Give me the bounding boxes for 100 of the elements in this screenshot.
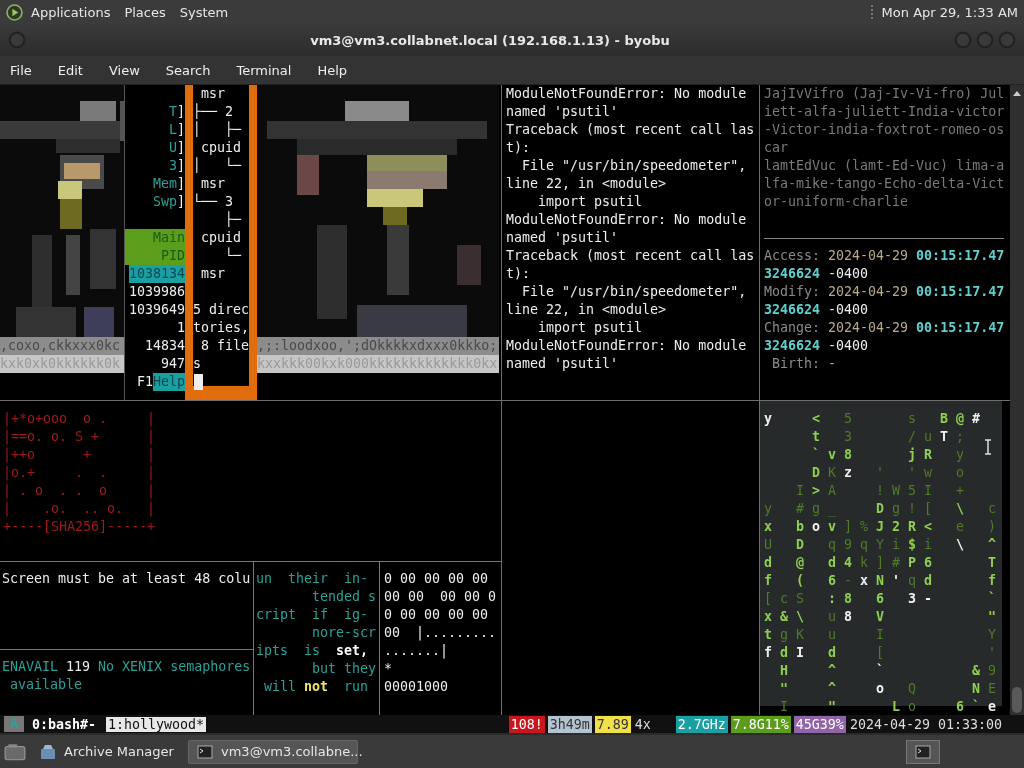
matrix-char: 6 — [876, 591, 884, 606]
randomart-line: | .o. .. o. | — [3, 500, 157, 518]
randomart-line: | . o . . o | — [3, 482, 157, 500]
archive-icon — [40, 743, 56, 760]
summary-line: s — [193, 355, 202, 373]
matrix-char: R — [908, 519, 916, 534]
matrix-char: $ — [908, 537, 916, 552]
matrix-char: Y — [988, 627, 996, 642]
matrix-char: 3 — [844, 429, 852, 444]
tree-line: │ ├─ — [193, 121, 243, 139]
minimize-button[interactable] — [954, 31, 972, 49]
matrix-char: [ — [924, 501, 932, 516]
matrix-char: o — [876, 681, 884, 696]
tree-line: └── 3 — [193, 193, 235, 211]
menu-item[interactable]: Help — [317, 62, 358, 78]
menu-item[interactable]: Search — [165, 62, 221, 78]
menu-item[interactable]: Edit — [57, 62, 93, 78]
function-key: F1 — [136, 373, 153, 391]
matrix-char: j — [908, 447, 916, 462]
taskbar-button[interactable]: Archive Manager — [32, 739, 182, 764]
stat-text: 3246624 — [764, 338, 821, 353]
matrix-char: " — [828, 699, 836, 714]
show-desktop-icon[interactable] — [4, 742, 26, 761]
matrix-char: f — [764, 573, 772, 588]
close-button[interactable] — [998, 31, 1016, 49]
matrix-char: < — [924, 519, 932, 534]
status-badge: 7.89 — [594, 715, 631, 733]
panel-menu[interactable]: Places — [124, 4, 166, 20]
matrix-char: / — [908, 429, 916, 444]
meter-label: L — [168, 121, 177, 139]
tree-line: ├─ — [224, 211, 243, 229]
hexdump-line: 00001000 — [384, 678, 450, 696]
matrix-char: ' — [988, 645, 996, 660]
randomart-line: |==o. o. S + | — [3, 428, 157, 446]
panel-clock[interactable]: Mon Apr 29, 1:33 AM — [881, 4, 1018, 20]
menu-item[interactable]: Terminal — [236, 62, 302, 78]
output-line: named 'psutil' — [506, 103, 620, 121]
hexdump-line: * — [384, 660, 393, 678]
panel-menu[interactable]: System — [179, 4, 229, 20]
output-line: ModuleNotFoundError: No module — [506, 337, 748, 355]
scrollbar[interactable] — [1010, 85, 1024, 715]
matrix-char: - — [844, 573, 852, 588]
status-badge: 3h49m — [547, 715, 592, 733]
matrix-char: R — [924, 447, 932, 462]
maximize-button[interactable] — [976, 31, 994, 49]
manpage-text: set, — [336, 643, 369, 658]
matrix-char: x — [764, 519, 772, 534]
output-line: Screen must be at least 48 colu — [2, 570, 252, 588]
panel-menu[interactable]: Applications — [31, 4, 111, 20]
matrix-char: ^ — [828, 663, 836, 678]
matrix-char: " — [780, 681, 788, 696]
menu-item[interactable]: View — [108, 62, 150, 78]
matrix-char: b — [796, 519, 804, 534]
meter-label: Swp — [152, 193, 177, 211]
meter-bracket: ] — [177, 157, 185, 175]
manpage-text: cript if ig- — [256, 607, 369, 622]
matrix-char: d — [764, 555, 772, 570]
matrix-char: I — [780, 699, 788, 714]
matrix-char: < — [812, 411, 820, 426]
scroll-up-icon[interactable] — [1012, 89, 1022, 97]
matrix-char: ] — [876, 555, 884, 570]
matrix-char: 9 — [844, 537, 852, 552]
matrix-char: Y — [876, 537, 884, 552]
matrix-char: @ — [956, 411, 964, 426]
scroll-thumb[interactable] — [1012, 687, 1022, 713]
terminal-icon — [915, 743, 931, 760]
window-tab[interactable]: 0:bash#- — [30, 716, 99, 732]
matrix-char: ' — [892, 573, 900, 588]
meter-bracket: ] — [177, 103, 185, 121]
matrix-char: ( — [796, 573, 804, 588]
window-menu-button[interactable] — [8, 31, 26, 49]
column-header: Main — [125, 229, 185, 247]
matrix-char: E — [988, 681, 996, 696]
output-line: ModuleNotFoundError: No module — [506, 211, 748, 229]
meter-label: T — [168, 103, 177, 121]
matrix-char: T — [940, 429, 948, 444]
matrix-char: - — [924, 591, 932, 606]
stat-text: - — [828, 356, 837, 371]
matrix-char: [ — [764, 591, 772, 606]
matrix-char: o — [908, 699, 916, 714]
output-line: Traceback (most recent call las — [506, 121, 756, 139]
matrix-char: d — [780, 645, 788, 660]
tree-line: msr — [200, 175, 227, 193]
matrix-char: ! — [876, 483, 884, 498]
matrix-char: g — [780, 627, 788, 642]
matrix-char: ` — [812, 447, 820, 462]
text-cursor-icon — [984, 439, 992, 455]
matrix-char: y — [764, 501, 772, 516]
window-tab[interactable]: 1:hollywood* — [106, 716, 207, 732]
matrix-char: K — [796, 627, 804, 642]
stat-text: Access: — [764, 248, 822, 263]
status-badge: 7.8G11% — [730, 715, 791, 733]
column-header: PID — [125, 247, 185, 265]
output-line: Traceback (most recent call las — [506, 247, 756, 265]
cursor — [194, 374, 203, 390]
menu-item[interactable]: File — [10, 62, 42, 78]
matrix-char: s — [908, 411, 916, 426]
matrix-char: \ — [796, 609, 804, 624]
matrix-char: v — [828, 447, 836, 462]
workspace-switcher[interactable] — [906, 739, 940, 764]
